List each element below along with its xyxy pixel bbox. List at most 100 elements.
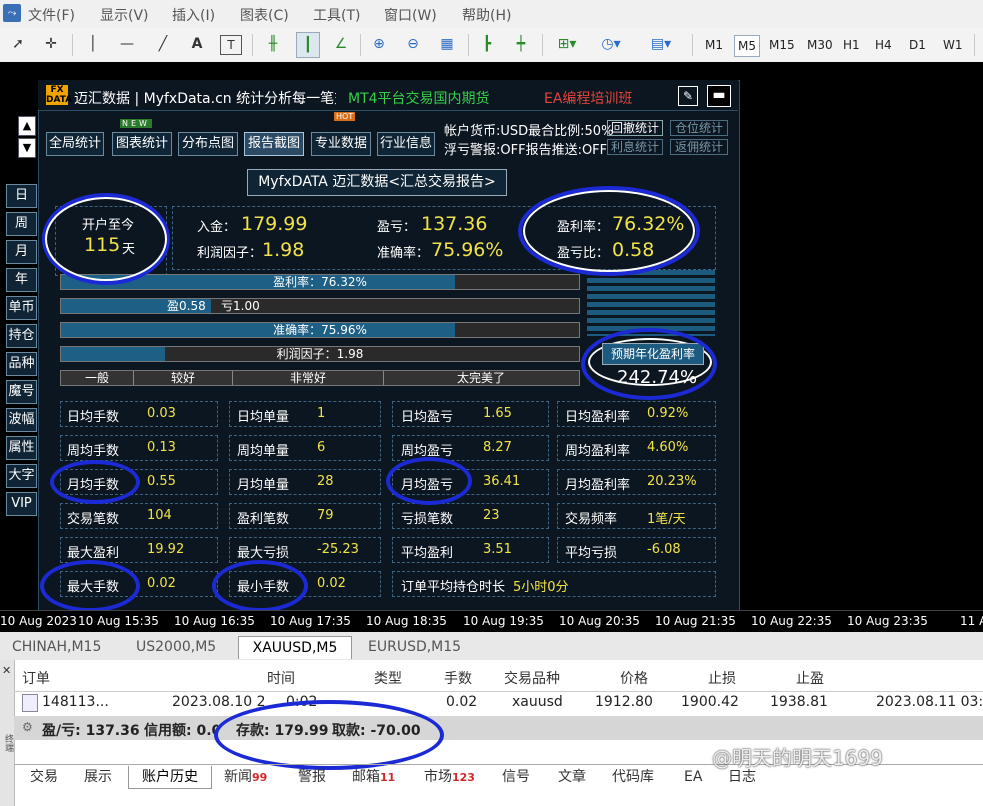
- tab-news[interactable]: 新闻99: [224, 766, 267, 788]
- scroll-down-icon[interactable]: ▼: [18, 138, 36, 158]
- stat-label: 最大盈利: [67, 546, 120, 561]
- menu-bar: ⤳ 文件(F) 显示(V) 插入(I) 图表(C) 工具(T) 窗口(W) 帮助…: [0, 0, 983, 29]
- tab-report-screenshot[interactable]: 报告截图: [244, 132, 304, 156]
- autoscroll-icon[interactable]: ┿: [510, 32, 532, 56]
- interest-stats-button[interactable]: 利息统计: [607, 139, 663, 155]
- side-nav-large-font[interactable]: 大字: [6, 464, 37, 488]
- text-label-icon[interactable]: T: [220, 35, 242, 55]
- menu-file[interactable]: 文件(F): [28, 5, 75, 25]
- trend-line-icon[interactable]: ╱: [152, 32, 174, 56]
- timeframe-m1[interactable]: M1: [702, 35, 726, 55]
- promo-futures-link[interactable]: MT4平台交易国内期货: [348, 88, 490, 108]
- win-label: 盈0.58: [167, 299, 206, 313]
- side-nav-vip[interactable]: VIP: [6, 492, 37, 516]
- tab-exposure[interactable]: 展示: [84, 766, 112, 788]
- vertical-line-icon[interactable]: │: [86, 32, 100, 56]
- row-tp: 1938.81: [770, 694, 828, 710]
- timeframe-h4[interactable]: H4: [872, 35, 895, 55]
- timeframe-m30[interactable]: M30: [804, 35, 836, 55]
- tab-signals[interactable]: 信号: [502, 766, 530, 788]
- menu-window[interactable]: 窗口(W): [384, 5, 437, 25]
- side-nav-volatility[interactable]: 波幅: [6, 408, 37, 432]
- row-time: 2023.08.10 2: [172, 694, 266, 710]
- zoom-out-icon[interactable]: ⊖: [402, 32, 424, 56]
- templates-icon[interactable]: ▤▾: [644, 32, 678, 56]
- col-time[interactable]: 时间: [267, 668, 295, 688]
- tab-distribution[interactable]: 分布点图: [178, 132, 238, 156]
- minimize-icon[interactable]: ▬: [707, 85, 731, 107]
- pl-value: 137.36: [421, 213, 488, 235]
- tab-account-history[interactable]: 账户历史: [128, 766, 212, 789]
- menu-tools[interactable]: 工具(T): [313, 5, 360, 25]
- avg-hold-value: 5小时0分: [513, 580, 569, 595]
- stat-label: 交易频率: [565, 512, 618, 527]
- tab-pro-data[interactable]: 专业数据: [311, 132, 371, 156]
- periods-icon[interactable]: ◷▾: [596, 32, 626, 56]
- bar-chart-icon[interactable]: ╫: [262, 32, 284, 56]
- col-lots[interactable]: 手数: [444, 668, 472, 688]
- promo-ea-link[interactable]: EA编程培训班: [544, 88, 632, 108]
- edit-icon[interactable]: ✎: [678, 86, 698, 106]
- stat-value: -6.08: [647, 542, 681, 557]
- chart-shift-icon[interactable]: ┣: [476, 32, 498, 56]
- chart-tab-xauusd[interactable]: XAUUSD,M5: [238, 636, 352, 659]
- tab-articles[interactable]: 文章: [558, 766, 586, 788]
- side-nav-month[interactable]: 月: [6, 240, 37, 264]
- tab-codebase[interactable]: 代码库: [612, 766, 654, 788]
- indicators-icon[interactable]: ⊞▾: [552, 32, 582, 56]
- side-nav-positions[interactable]: 持仓: [6, 324, 37, 348]
- col-tp[interactable]: 止盈: [796, 668, 824, 688]
- stat-value: 19.92: [147, 542, 185, 557]
- text-tool-icon[interactable]: A: [188, 32, 206, 56]
- horizontal-line-icon[interactable]: —: [116, 32, 138, 56]
- position-stats-button[interactable]: 仓位统计: [670, 120, 728, 136]
- crosshair-icon[interactable]: ✛: [40, 32, 62, 56]
- tab-market[interactable]: 市场123: [424, 766, 475, 788]
- side-nav-symbols[interactable]: 品种: [6, 352, 37, 376]
- side-nav-attributes[interactable]: 属性: [6, 436, 37, 460]
- tab-mailbox[interactable]: 邮箱11: [352, 766, 395, 788]
- tab-alerts[interactable]: 警报: [298, 766, 326, 788]
- highlight-ring: [214, 700, 444, 770]
- side-nav-day[interactable]: 日: [6, 184, 37, 208]
- side-nav-week[interactable]: 周: [6, 212, 37, 236]
- zoom-in-icon[interactable]: ⊕: [368, 32, 390, 56]
- timeframe-d1[interactable]: D1: [906, 35, 929, 55]
- stat-label: 日均单量: [237, 410, 290, 425]
- menu-charts[interactable]: 图表(C): [240, 5, 289, 25]
- col-type[interactable]: 类型: [374, 668, 402, 688]
- timeframe-m15[interactable]: M15: [766, 35, 798, 55]
- col-sl[interactable]: 止损: [708, 668, 736, 688]
- tab-chart-stats[interactable]: 图表统计: [112, 132, 172, 156]
- tab-industry-info[interactable]: 行业信息: [377, 132, 435, 156]
- col-order[interactable]: 订单: [22, 668, 50, 688]
- scroll-up-icon[interactable]: ▲: [18, 116, 36, 136]
- line-chart-icon[interactable]: ∠: [330, 32, 352, 56]
- side-nav-magic[interactable]: 魔号: [6, 380, 37, 404]
- tab-experts[interactable]: EA: [684, 766, 702, 788]
- tab-trade[interactable]: 交易: [30, 766, 58, 788]
- col-price[interactable]: 价格: [620, 668, 648, 688]
- chart-tab-chinah[interactable]: CHINAH,M15: [12, 636, 122, 658]
- rebate-stats-button[interactable]: 返佣统计: [670, 139, 728, 155]
- timeframe-h1[interactable]: H1: [840, 35, 863, 55]
- candlestick-icon[interactable]: ┃: [296, 32, 320, 58]
- tile-windows-icon[interactable]: ▦: [436, 32, 458, 56]
- timeframe-w1[interactable]: W1: [940, 35, 966, 55]
- chart-tab-us2000[interactable]: US2000,M5: [136, 636, 232, 658]
- menu-view[interactable]: 显示(V): [100, 5, 149, 25]
- col-symbol[interactable]: 交易品种: [504, 668, 560, 688]
- menu-insert[interactable]: 插入(I): [172, 5, 215, 25]
- table-row[interactable]: [14, 691, 983, 716]
- close-icon[interactable]: ✕: [2, 664, 11, 677]
- timeframe-m5[interactable]: M5: [734, 35, 760, 57]
- row-price: 1912.80: [595, 694, 653, 710]
- side-nav-single-currency[interactable]: 单币: [6, 296, 37, 320]
- drawdown-stats-button[interactable]: 回撤统计: [607, 120, 663, 136]
- stat-label: 日均手数: [67, 410, 120, 425]
- chart-tab-eurusd[interactable]: EURUSD,M15: [368, 636, 478, 658]
- side-nav-year[interactable]: 年: [6, 268, 37, 292]
- cursor-icon[interactable]: ➚: [8, 32, 28, 56]
- menu-help[interactable]: 帮助(H): [462, 5, 511, 25]
- tab-global-stats[interactable]: 全局统计: [46, 132, 104, 156]
